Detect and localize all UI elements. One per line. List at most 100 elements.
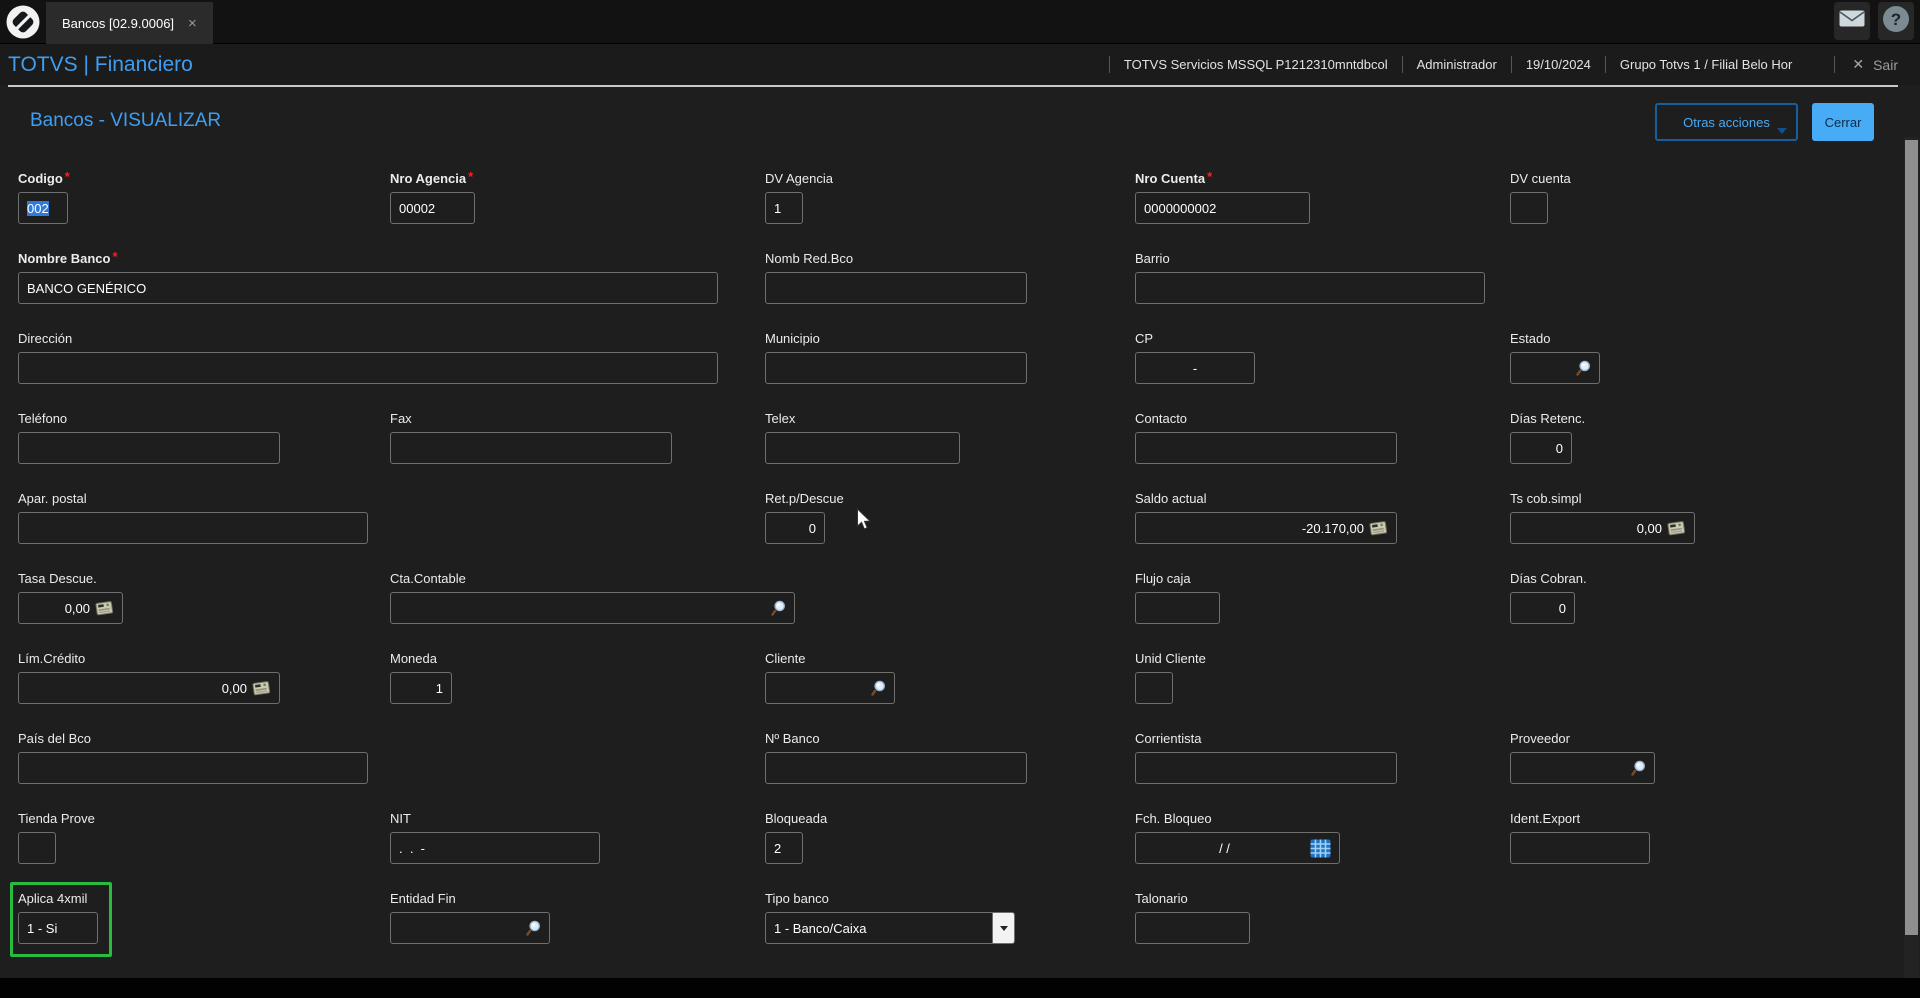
dias-cobran-value: 0 <box>1558 600 1566 616</box>
barrio-input[interactable] <box>1135 272 1485 304</box>
unid-cliente-input[interactable] <box>1135 672 1173 704</box>
proveedor-label: Proveedor <box>1510 731 1570 746</box>
entidad-fin-input-group <box>390 912 550 944</box>
contacto-label: Contacto <box>1135 411 1188 426</box>
nro-cuenta-label: Nro Cuenta * <box>1135 169 1213 186</box>
scrollbar-thumb[interactable] <box>1905 140 1918 935</box>
calculator-icon[interactable] <box>1369 520 1388 536</box>
dias-cobran-input[interactable]: 0 <box>1510 592 1575 624</box>
selected-text: 002 <box>27 200 49 216</box>
magnifier-icon[interactable] <box>1631 760 1646 776</box>
nro-agencia-input[interactable]: 00002 <box>390 192 475 224</box>
field-moneda: Moneda 1 <box>390 651 452 704</box>
apar-postal-input[interactable] <box>18 512 368 544</box>
tienda-prove-input[interactable] <box>18 832 56 864</box>
dv-agencia-label: DV Agencia <box>765 171 833 186</box>
contacto-input-group <box>1135 432 1397 464</box>
lim-credito-input[interactable]: 0,00 <box>18 672 280 704</box>
n-banco-input[interactable] <box>765 752 1027 784</box>
bloqueada-value: 2 <box>774 840 782 856</box>
nombre-banco-value: BANCO GENÉRICO <box>27 280 147 296</box>
magnifier-icon[interactable] <box>771 600 786 616</box>
calculator-icon[interactable] <box>1667 520 1686 536</box>
field-corrientista: Corrientista <box>1135 731 1397 784</box>
direccion-input-group <box>18 352 718 384</box>
ret-p-descue-input-group: 0 <box>765 512 825 544</box>
n-banco-input-group <box>765 752 1027 784</box>
bloqueada-input[interactable]: 2 <box>765 832 803 864</box>
cp-input[interactable]: - <box>1135 352 1255 384</box>
corrientista-input[interactable] <box>1135 752 1397 784</box>
cta-contable-input[interactable] <box>390 592 795 624</box>
nro-agencia-input-group: 00002 <box>390 192 475 224</box>
cliente-input[interactable] <box>765 672 895 704</box>
ident-export-input[interactable] <box>1510 832 1650 864</box>
tipo-banco-input[interactable]: 1 - Banco/Caixa <box>765 912 993 944</box>
nomb-red-bco-input[interactable] <box>765 272 1027 304</box>
field-lim-credito: Lím.Crédito 0,00 <box>18 651 280 704</box>
nro-cuenta-value: 0000000002 <box>1144 200 1217 216</box>
ret-p-descue-input[interactable]: 0 <box>765 512 825 544</box>
field-telefono: Teléfono <box>18 411 280 464</box>
magnifier-icon[interactable] <box>1576 360 1591 376</box>
telefono-input[interactable] <box>18 432 280 464</box>
fax-input[interactable] <box>390 432 672 464</box>
codigo-input[interactable]: 002 <box>18 192 68 224</box>
telex-input[interactable] <box>765 432 960 464</box>
nombre-banco-input[interactable]: BANCO GENÉRICO <box>18 272 718 304</box>
corrientista-input-group <box>1135 752 1397 784</box>
tasa-descue-value: 0,00 <box>64 600 90 616</box>
proveedor-input[interactable] <box>1510 752 1655 784</box>
magnifier-icon[interactable] <box>871 680 886 696</box>
calendar-icon[interactable] <box>1310 839 1331 858</box>
corrientista-label: Corrientista <box>1135 731 1202 746</box>
aplica-4xmil-value: 1 - Si <box>27 920 58 936</box>
fax-label: Fax <box>390 411 412 426</box>
tipo-banco-dropdown-button[interactable] <box>993 912 1015 944</box>
talonario-input[interactable] <box>1135 912 1250 944</box>
magnifier-icon[interactable] <box>526 920 541 936</box>
contacto-input[interactable] <box>1135 432 1397 464</box>
n-banco-label: Nº Banco <box>765 731 820 746</box>
proveedor-input-group <box>1510 752 1655 784</box>
field-nro-agencia: Nro Agencia * 00002 <box>390 169 475 224</box>
saldo-actual-input[interactable]: -20.170,00 <box>1135 512 1397 544</box>
nit-input[interactable]: . . - <box>390 832 600 864</box>
ts-cob-simpl-input[interactable]: 0,00 <box>1510 512 1695 544</box>
aplica-4xmil-input[interactable]: 1 - Si <box>18 912 98 944</box>
entidad-fin-input[interactable] <box>390 912 550 944</box>
nro-cuenta-input[interactable]: 0000000002 <box>1135 192 1310 224</box>
field-contacto: Contacto <box>1135 411 1397 464</box>
ident-export-input-group <box>1510 832 1650 864</box>
field-ret-p-descue: Ret.p/Descue 0 <box>765 491 844 544</box>
tasa-descue-input-group: 0,00 <box>18 592 123 624</box>
scrollbar[interactable] <box>1904 137 1919 978</box>
tipo-banco-label: Tipo banco <box>765 891 829 906</box>
dias-cobran-label: Días Cobran. <box>1510 571 1587 586</box>
codigo-input-group: 002 <box>18 192 68 224</box>
dv-cuenta-input[interactable] <box>1510 192 1548 224</box>
calculator-icon[interactable] <box>95 600 114 616</box>
municipio-input[interactable] <box>765 352 1027 384</box>
dv-agencia-input[interactable]: 1 <box>765 192 803 224</box>
pais-del-bco-input[interactable] <box>18 752 368 784</box>
flujo-caja-input[interactable] <box>1135 592 1220 624</box>
dias-cobran-input-group: 0 <box>1510 592 1575 624</box>
fch-bloqueo-input[interactable]: / / <box>1135 832 1340 864</box>
calculator-icon[interactable] <box>252 680 271 696</box>
tasa-descue-input[interactable]: 0,00 <box>18 592 123 624</box>
field-n-banco: Nº Banco <box>765 731 1027 784</box>
aplica-4xmil-label: Aplica 4xmil <box>18 891 88 906</box>
field-unid-cliente: Unid Cliente <box>1135 651 1206 704</box>
direccion-input[interactable] <box>18 352 718 384</box>
dias-retenc-input[interactable]: 0 <box>1510 432 1572 464</box>
ret-p-descue-value: 0 <box>808 520 816 536</box>
field-nomb-red-bco: Nomb Red.Bco <box>765 251 1027 304</box>
dv-agencia-input-group: 1 <box>765 192 803 224</box>
moneda-input[interactable]: 1 <box>390 672 452 704</box>
tipo-banco-input-group: 1 - Banco/Caixa <box>765 912 1015 944</box>
lim-credito-input-group: 0,00 <box>18 672 280 704</box>
field-dv-agencia: DV Agencia 1 <box>765 171 833 224</box>
field-aplica-4xmil: Aplica 4xmil 1 - Si <box>10 882 112 957</box>
estado-input[interactable] <box>1510 352 1600 384</box>
